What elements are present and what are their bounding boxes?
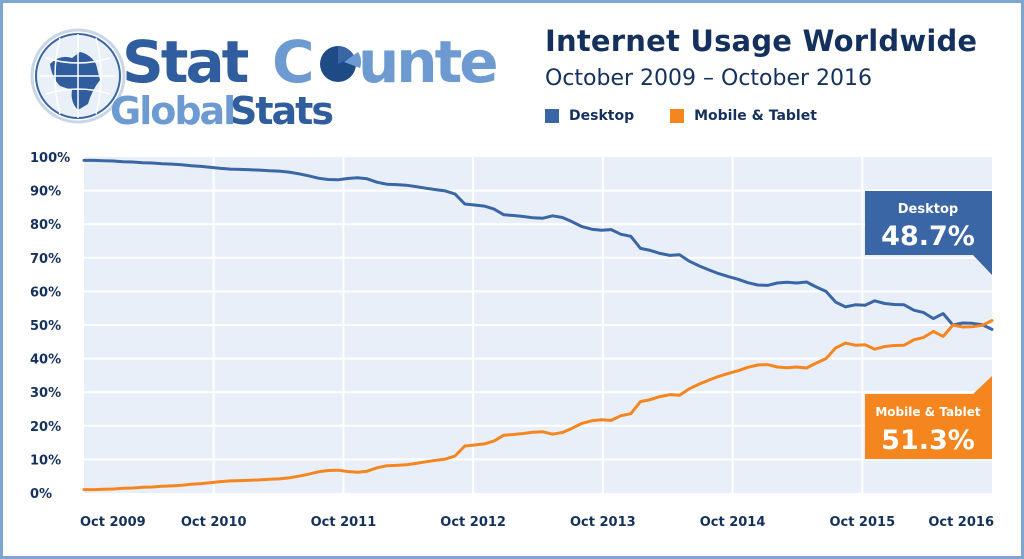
y-tick-label: 20%	[30, 420, 61, 435]
y-tick-label: 80%	[30, 218, 61, 233]
x-tick-label: Oct 2010	[181, 515, 247, 530]
line-chart: 0% 10% 20% 30% 40% 50% 60% 70% 80% 90% 100% Oct 20…	[30, 151, 994, 530]
callout-mobile-label: Mobile & Tablet	[875, 405, 981, 419]
y-tick-label: 10%	[30, 453, 61, 468]
y-tick-label: 90%	[30, 185, 61, 200]
callout-desktop-value: 48.7%	[881, 221, 975, 252]
x-axis: Oct 2009 Oct 2010 Oct 2011 Oct 2012 Oct 2013…	[80, 515, 994, 530]
callout-desktop-label: Desktop	[898, 202, 958, 217]
x-tick-label: Oct 2009	[80, 515, 146, 530]
y-tick-label: 0%	[30, 487, 52, 502]
y-axis: 0% 10% 20% 30% 40% 50% 60% 70% 80% 90% 100%	[30, 151, 70, 502]
y-tick-label: 40%	[30, 353, 61, 368]
x-tick-label: Oct 2012	[440, 515, 506, 530]
x-tick-label: Oct 2014	[700, 515, 766, 530]
x-tick-label: Oct 2011	[311, 515, 377, 530]
y-tick-label: 100%	[30, 151, 70, 166]
y-tick-label: 70%	[30, 252, 61, 267]
x-tick-label: Oct 2016	[928, 515, 994, 530]
y-tick-label: 50%	[30, 319, 61, 334]
x-tick-label: Oct 2013	[570, 515, 636, 530]
y-tick-label: 30%	[30, 386, 61, 401]
y-tick-label: 60%	[30, 285, 61, 300]
callout-mobile-value: 51.3%	[881, 425, 975, 456]
x-tick-label: Oct 2015	[829, 515, 895, 530]
